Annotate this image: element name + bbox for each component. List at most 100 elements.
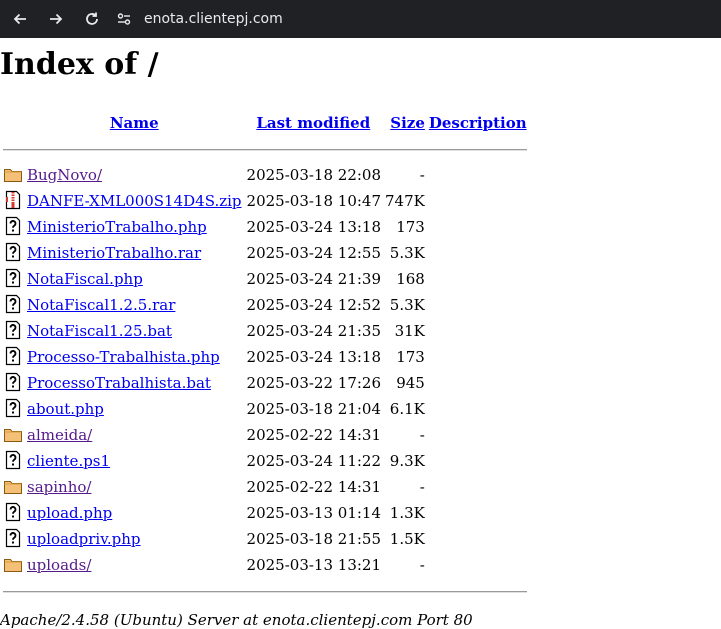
row-icon-cell <box>2 189 24 213</box>
row-icon-cell <box>2 371 24 395</box>
folder-icon <box>3 476 23 496</box>
row-name-cell: NotaFiscal1.25.bat <box>26 319 243 343</box>
folder-icon <box>3 164 23 184</box>
row-description-cell <box>428 215 528 239</box>
row-size-cell: 1.5K <box>389 530 425 548</box>
url-text[interactable]: enota.clientepj.com <box>144 11 283 27</box>
unknown-file-icon <box>3 294 23 314</box>
row-icon-cell <box>2 241 24 265</box>
file-link[interactable]: Processo-Trabalhista.php <box>27 348 220 366</box>
row-name-cell: cliente.ps1 <box>26 449 243 473</box>
row-size-cell: 1.3K <box>389 504 425 522</box>
table-header-row: Name Last modified Size Description <box>2 111 528 135</box>
row-icon-cell <box>2 319 24 343</box>
row-description-cell <box>428 345 528 369</box>
row-size-cell: 945 <box>396 374 425 392</box>
row-modified-cell: 2025-03-18 10:47 <box>246 192 382 210</box>
table-row: upload.php 2025-03-13 01:14 1.3K <box>2 501 528 525</box>
row-modified-cell: 2025-03-13 13:21 <box>246 556 382 574</box>
file-link[interactable]: DANFE-XML000S14D4S.zip <box>27 192 242 210</box>
table-row: uploads/2025-03-13 13:21 - <box>2 553 528 577</box>
row-name-cell: NotaFiscal1.2.5.rar <box>26 293 243 317</box>
table-row: sapinho/2025-02-22 14:31 - <box>2 475 528 499</box>
table-row: DANFE-XML000S14D4S.zip 2025-03-18 10:47 74… <box>2 189 528 213</box>
row-description-cell <box>428 267 528 291</box>
row-description-cell <box>428 319 528 343</box>
sort-by-modified-link[interactable]: Last modified <box>256 114 370 132</box>
table-row: about.php 2025-03-18 21:04 6.1K <box>2 397 528 421</box>
address-bar[interactable]: enota.clientepj.com <box>116 10 283 28</box>
file-link[interactable]: NotaFiscal.php <box>27 270 143 288</box>
file-link[interactable]: almeida/ <box>27 426 92 444</box>
folder-icon <box>3 424 23 444</box>
file-link[interactable]: upload.php <box>27 504 112 522</box>
folder-icon <box>3 554 23 574</box>
row-name-cell: uploads/ <box>26 553 243 577</box>
row-modified-cell: 2025-03-24 12:55 <box>246 244 382 262</box>
row-name-cell: about.php <box>26 397 243 421</box>
page-content: Index of / Name Last modified Size Descr… <box>0 47 721 629</box>
row-icon-cell <box>2 293 24 317</box>
row-modified-cell: 2025-03-24 13:18 <box>246 348 382 366</box>
row-size-cell: 9.3K <box>389 452 425 470</box>
file-link[interactable]: ProcessoTrabalhista.bat <box>27 374 211 392</box>
page-title: Index of / <box>0 47 159 82</box>
table-row: MinisterioTrabalho.php 2025-03-24 13:18 17… <box>2 215 528 239</box>
row-description-cell <box>428 241 528 265</box>
row-icon-cell <box>2 501 24 525</box>
row-modified-cell: 2025-03-18 21:55 <box>246 530 382 548</box>
file-link[interactable]: about.php <box>27 400 104 418</box>
sort-by-size-link[interactable]: Size <box>390 114 425 132</box>
row-modified-cell: 2025-03-22 17:26 <box>246 374 382 392</box>
last-modified-column-header: Last modified <box>245 111 382 135</box>
description-column-header: Description <box>428 111 528 135</box>
arrow-left-icon <box>13 13 26 25</box>
reload-button[interactable] <box>78 5 106 33</box>
row-modified-cell: 2025-03-24 21:35 <box>246 322 382 340</box>
file-link[interactable]: uploads/ <box>27 556 91 574</box>
file-link[interactable]: BugNovo/ <box>27 166 102 184</box>
file-link[interactable]: NotaFiscal1.25.bat <box>27 322 172 340</box>
back-button[interactable] <box>6 5 34 33</box>
row-icon-cell <box>2 345 24 369</box>
table-row: NotaFiscal.php 2025-03-24 21:39 168 <box>2 267 528 291</box>
sort-by-name-link[interactable]: Name <box>110 114 159 132</box>
file-link[interactable]: sapinho/ <box>27 478 91 496</box>
row-modified-cell: 2025-03-18 22:08 <box>246 166 382 184</box>
row-size-cell: 5.3K <box>389 296 425 314</box>
unknown-file-icon <box>3 268 23 288</box>
row-description-cell <box>428 527 528 551</box>
row-name-cell: ProcessoTrabalhista.bat <box>26 371 243 395</box>
row-name-cell: MinisterioTrabalho.rar <box>26 241 243 265</box>
table-row: BugNovo/2025-03-18 22:08 - <box>2 163 528 187</box>
row-name-cell: DANFE-XML000S14D4S.zip <box>26 189 243 213</box>
size-column-header: Size <box>384 111 426 135</box>
site-settings-icon[interactable] <box>116 10 134 28</box>
forward-button[interactable] <box>42 5 70 33</box>
browser-toolbar: enota.clientepj.com <box>0 0 721 38</box>
row-modified-cell: 2025-02-22 14:31 <box>246 478 382 496</box>
row-modified-cell: 2025-03-24 11:22 <box>246 452 382 470</box>
unknown-file-icon <box>3 398 23 418</box>
row-modified-cell: 2025-03-24 12:52 <box>246 296 382 314</box>
row-modified-cell: 2025-03-24 13:18 <box>246 218 382 236</box>
file-link[interactable]: uploadpriv.php <box>27 530 141 548</box>
row-icon-cell <box>2 449 24 473</box>
sort-by-description-link[interactable]: Description <box>429 114 527 132</box>
row-description-cell <box>428 189 528 213</box>
row-size-cell: 5.3K <box>389 244 425 262</box>
row-description-cell <box>428 553 528 577</box>
row-size-cell: 6.1K <box>389 400 425 418</box>
row-size-cell: - <box>419 478 425 496</box>
file-link[interactable]: cliente.ps1 <box>27 452 110 470</box>
unknown-file-icon <box>3 372 23 392</box>
row-modified-cell: 2025-03-24 21:39 <box>246 270 382 288</box>
table-row: uploadpriv.php 2025-03-18 21:55 1.5K <box>2 527 528 551</box>
row-name-cell: almeida/ <box>26 423 243 447</box>
file-link[interactable]: MinisterioTrabalho.rar <box>27 244 201 262</box>
row-icon-cell <box>2 423 24 447</box>
table-row: Processo-Trabalhista.php 2025-03-24 13:18… <box>2 345 528 369</box>
file-link[interactable]: MinisterioTrabalho.php <box>27 218 207 236</box>
file-link[interactable]: NotaFiscal1.2.5.rar <box>27 296 175 314</box>
arrow-right-icon <box>50 13 63 25</box>
